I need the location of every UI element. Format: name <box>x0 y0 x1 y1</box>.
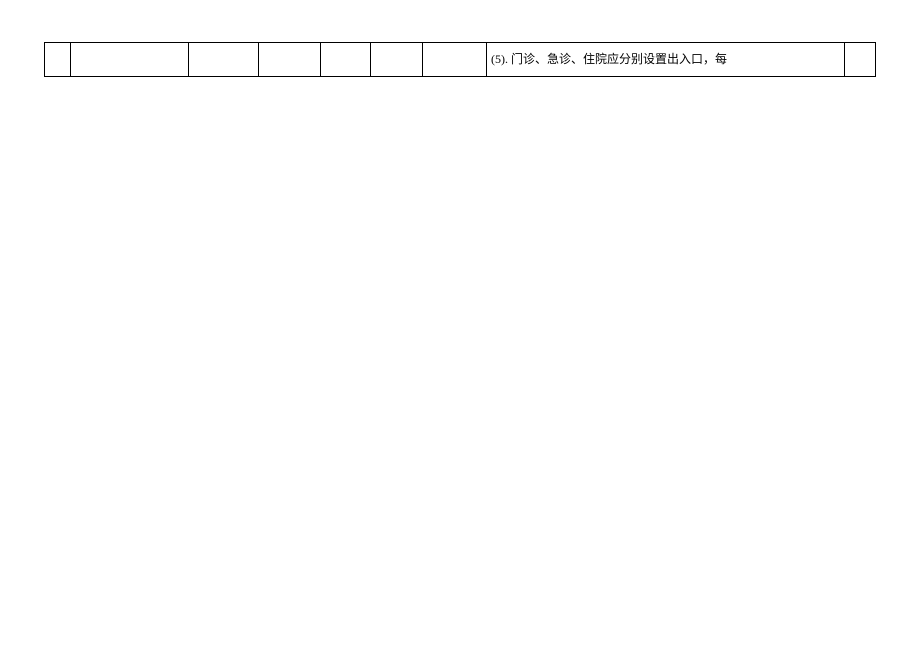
cell-1 <box>45 43 71 77</box>
table-row: (5). 门诊、急诊、住院应分别设置出入口，每 <box>45 43 876 77</box>
cell-5 <box>321 43 371 77</box>
cell-6 <box>371 43 423 77</box>
cell-content: (5). 门诊、急诊、住院应分别设置出入口，每 <box>487 43 845 77</box>
data-table: (5). 门诊、急诊、住院应分别设置出入口，每 <box>44 42 876 77</box>
cell-4 <box>259 43 321 77</box>
cell-2 <box>71 43 189 77</box>
cell-9 <box>845 43 876 77</box>
cell-3 <box>189 43 259 77</box>
document-page: (5). 门诊、急诊、住院应分别设置出入口，每 <box>0 0 920 77</box>
cell-7 <box>423 43 487 77</box>
